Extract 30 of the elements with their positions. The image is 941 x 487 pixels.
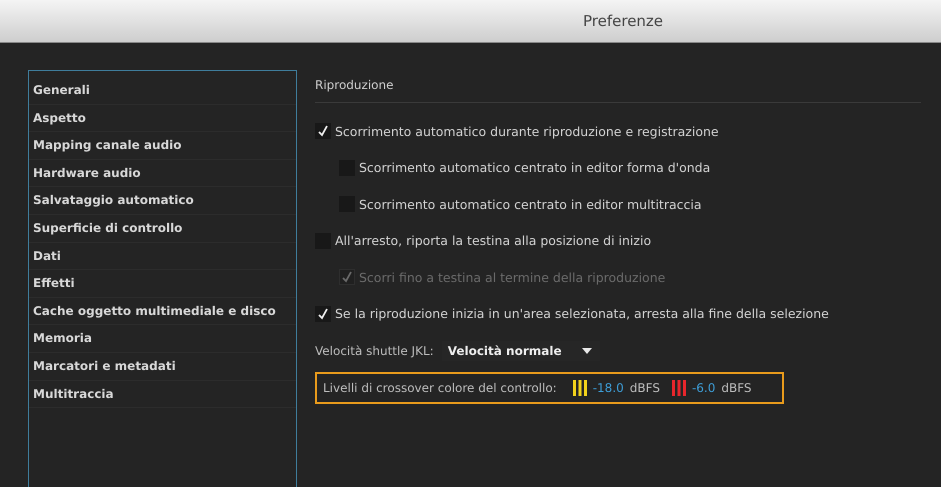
option-label: Scorrimento automatico centrato in editor forma d'onda: [359, 160, 710, 176]
sidebar-item[interactable]: Aspetto: [29, 104, 296, 132]
sidebar-item[interactable]: Hardware audio: [29, 160, 296, 188]
option-label: All'arresto, riporta la testina alla posizione di inizio: [335, 233, 652, 248]
level-value[interactable]: -18.0: [592, 381, 624, 395]
caret-icon: [582, 348, 592, 354]
section-title: Riproduzione: [315, 70, 921, 103]
option-label: Scorrimento automatico centrato in editor multitraccia: [359, 196, 702, 212]
sidebar-item[interactable]: Marcatori e metadati: [29, 352, 296, 381]
sidebar-item[interactable]: Cache oggetto multimediale e disco: [29, 298, 296, 326]
checkbox[interactable]: [315, 123, 331, 140]
crossover-label: Livelli di crossover colore del controllo:: [323, 381, 557, 395]
shuttle-label: Velocità shuttle JKL:: [315, 344, 434, 358]
sidebar-item[interactable]: Memoria: [29, 325, 296, 353]
option-label: Scorrimento automatico durante riproduzione e registrazione: [335, 124, 719, 139]
level-value[interactable]: -6.0: [692, 381, 716, 395]
sidebar-item[interactable]: Superficie di controllo: [29, 214, 296, 243]
sidebar-item[interactable]: Generali: [29, 77, 296, 105]
window-title: Preferenze: [583, 12, 664, 30]
checkbox[interactable]: [315, 306, 331, 322]
level-unit: dBFS: [721, 381, 752, 395]
level-unit: dBFS: [630, 381, 660, 395]
option-label: Scorri fino a testina al termine della riproduzione: [359, 270, 666, 285]
sidebar-item[interactable]: Effetti: [29, 270, 296, 298]
sidebar-item[interactable]: Salvataggio automatico: [29, 187, 296, 215]
meter-icon[interactable]: [572, 380, 587, 396]
sidebar-item[interactable]: Multitraccia: [29, 380, 296, 408]
sidebar-item[interactable]: Dati: [29, 242, 296, 270]
sidebar-item[interactable]: Mapping canale audio: [29, 132, 296, 160]
option-label: Se la riproduzione inizia in un'area selezionata, arresta alla fine della selezione: [335, 306, 829, 322]
